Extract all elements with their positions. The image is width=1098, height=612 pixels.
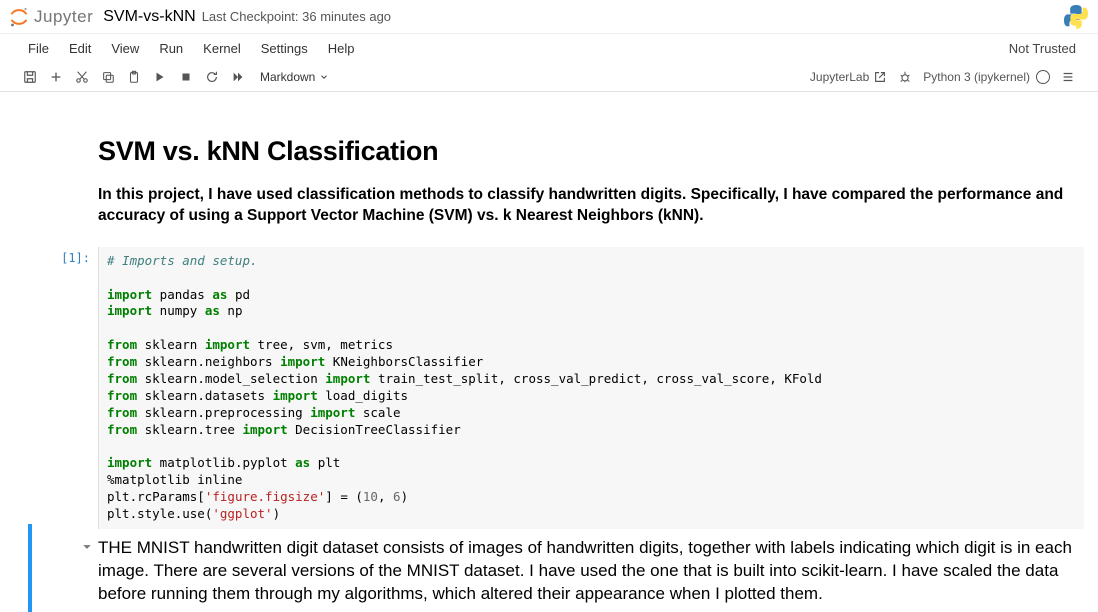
restart-run-all-button[interactable] [226,65,250,89]
markdown-body: THE MNIST handwritten digit dataset cons… [98,537,1084,606]
toolbar: Markdown JupyterLab Python 3 (ipykernel) [0,62,1098,92]
cut-button[interactable] [70,65,94,89]
stop-button[interactable] [174,65,198,89]
cell-type-selector[interactable]: Markdown [260,70,329,84]
checkpoint-text: Last Checkpoint: 36 minutes ago [202,9,391,24]
external-link-icon [873,70,887,84]
code-content[interactable]: # Imports and setup. import pandas as pd… [98,247,1084,529]
chevron-down-icon [319,72,329,82]
header: Jupyter SVM-vs-kNN Last Checkpoint: 36 m… [0,0,1098,34]
menu-view[interactable]: View [101,37,149,60]
menubar: File Edit View Run Kernel Settings Help … [0,34,1098,62]
debug-button[interactable] [893,65,917,89]
trust-indicator[interactable]: Not Trusted [1009,41,1080,56]
notebook-name[interactable]: SVM-vs-kNN [103,8,195,26]
jupyter-logo[interactable]: Jupyter [8,6,93,28]
copy-button[interactable] [96,65,120,89]
menu-toggle-button[interactable] [1056,65,1080,89]
active-cell-indicator [28,524,32,612]
jupyter-icon [8,6,30,28]
collapse-toggle-icon[interactable] [82,541,92,555]
h1-title: SVM vs. kNN Classification [98,136,1092,167]
menu-run[interactable]: Run [149,37,193,60]
menu-help[interactable]: Help [318,37,365,60]
restart-button[interactable] [200,65,224,89]
save-button[interactable] [18,65,42,89]
paste-button[interactable] [122,65,146,89]
kernel-name[interactable]: Python 3 (ipykernel) [923,70,1030,84]
logo-text: Jupyter [34,7,93,27]
h3-subtitle: In this project, I have used classificat… [98,185,1092,227]
cell-type-label: Markdown [260,70,315,84]
menu-edit[interactable]: Edit [59,37,101,60]
kernel-status-icon[interactable] [1036,70,1050,84]
run-button[interactable] [148,65,172,89]
cell-prompt: [1]: [28,247,98,529]
python-icon [1064,5,1088,29]
menu-file[interactable]: File [18,37,59,60]
markdown-cell[interactable]: SVM vs. kNN Classification In this proje… [28,106,1092,243]
menu-settings[interactable]: Settings [251,37,318,60]
markdown-cell[interactable]: THE MNIST handwritten digit dataset cons… [28,537,1092,606]
jupyterlab-link[interactable]: JupyterLab [810,70,887,84]
menu-kernel[interactable]: Kernel [193,37,251,60]
notebook-area[interactable]: SVM vs. kNN Classification In this proje… [0,92,1098,612]
add-cell-button[interactable] [44,65,68,89]
code-cell[interactable]: [1]: # Imports and setup. import pandas … [28,247,1092,529]
